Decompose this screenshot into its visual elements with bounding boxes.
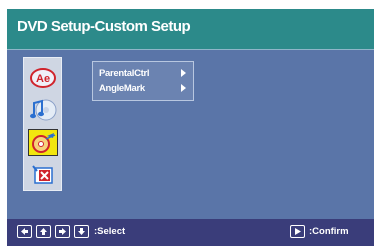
footer-hint-bar: :Select :Confirm (7, 219, 374, 246)
select-hint-label: :Select (94, 226, 126, 237)
confirm-hint-label: :Confirm (309, 226, 349, 237)
chevron-right-icon (181, 69, 186, 77)
title-bar: DVD Setup-Custom Setup (7, 9, 374, 49)
window-title: DVD Setup-Custom Setup (17, 18, 191, 35)
play-confirm-icon (290, 225, 305, 238)
menu-item-label: AngleMark (99, 83, 145, 94)
menu-item-label: ParentalCtrl (99, 68, 150, 79)
arrow-left-icon (17, 225, 32, 238)
custom-setup-submenu: ParentalCtrl AngleMark (92, 61, 194, 101)
language-ae-icon[interactable]: Ae (28, 64, 58, 91)
audio-music-icon[interactable] (28, 96, 58, 123)
arrow-down-icon (74, 225, 89, 238)
exit-icon[interactable] (28, 161, 58, 188)
chevron-right-icon (181, 84, 186, 92)
arrow-right-icon (55, 225, 70, 238)
dvd-setup-screen: DVD Setup-Custom Setup Ae ParentalCtrl A… (7, 9, 374, 246)
setup-category-panel: Ae (23, 57, 62, 191)
menu-item-angle-mark[interactable]: AngleMark (99, 81, 193, 96)
disc-tools-icon[interactable] (28, 129, 58, 156)
title-divider (7, 49, 374, 50)
svg-text:Ae: Ae (36, 73, 50, 85)
menu-item-parental-ctrl[interactable]: ParentalCtrl (99, 66, 193, 81)
arrow-up-icon (36, 225, 51, 238)
